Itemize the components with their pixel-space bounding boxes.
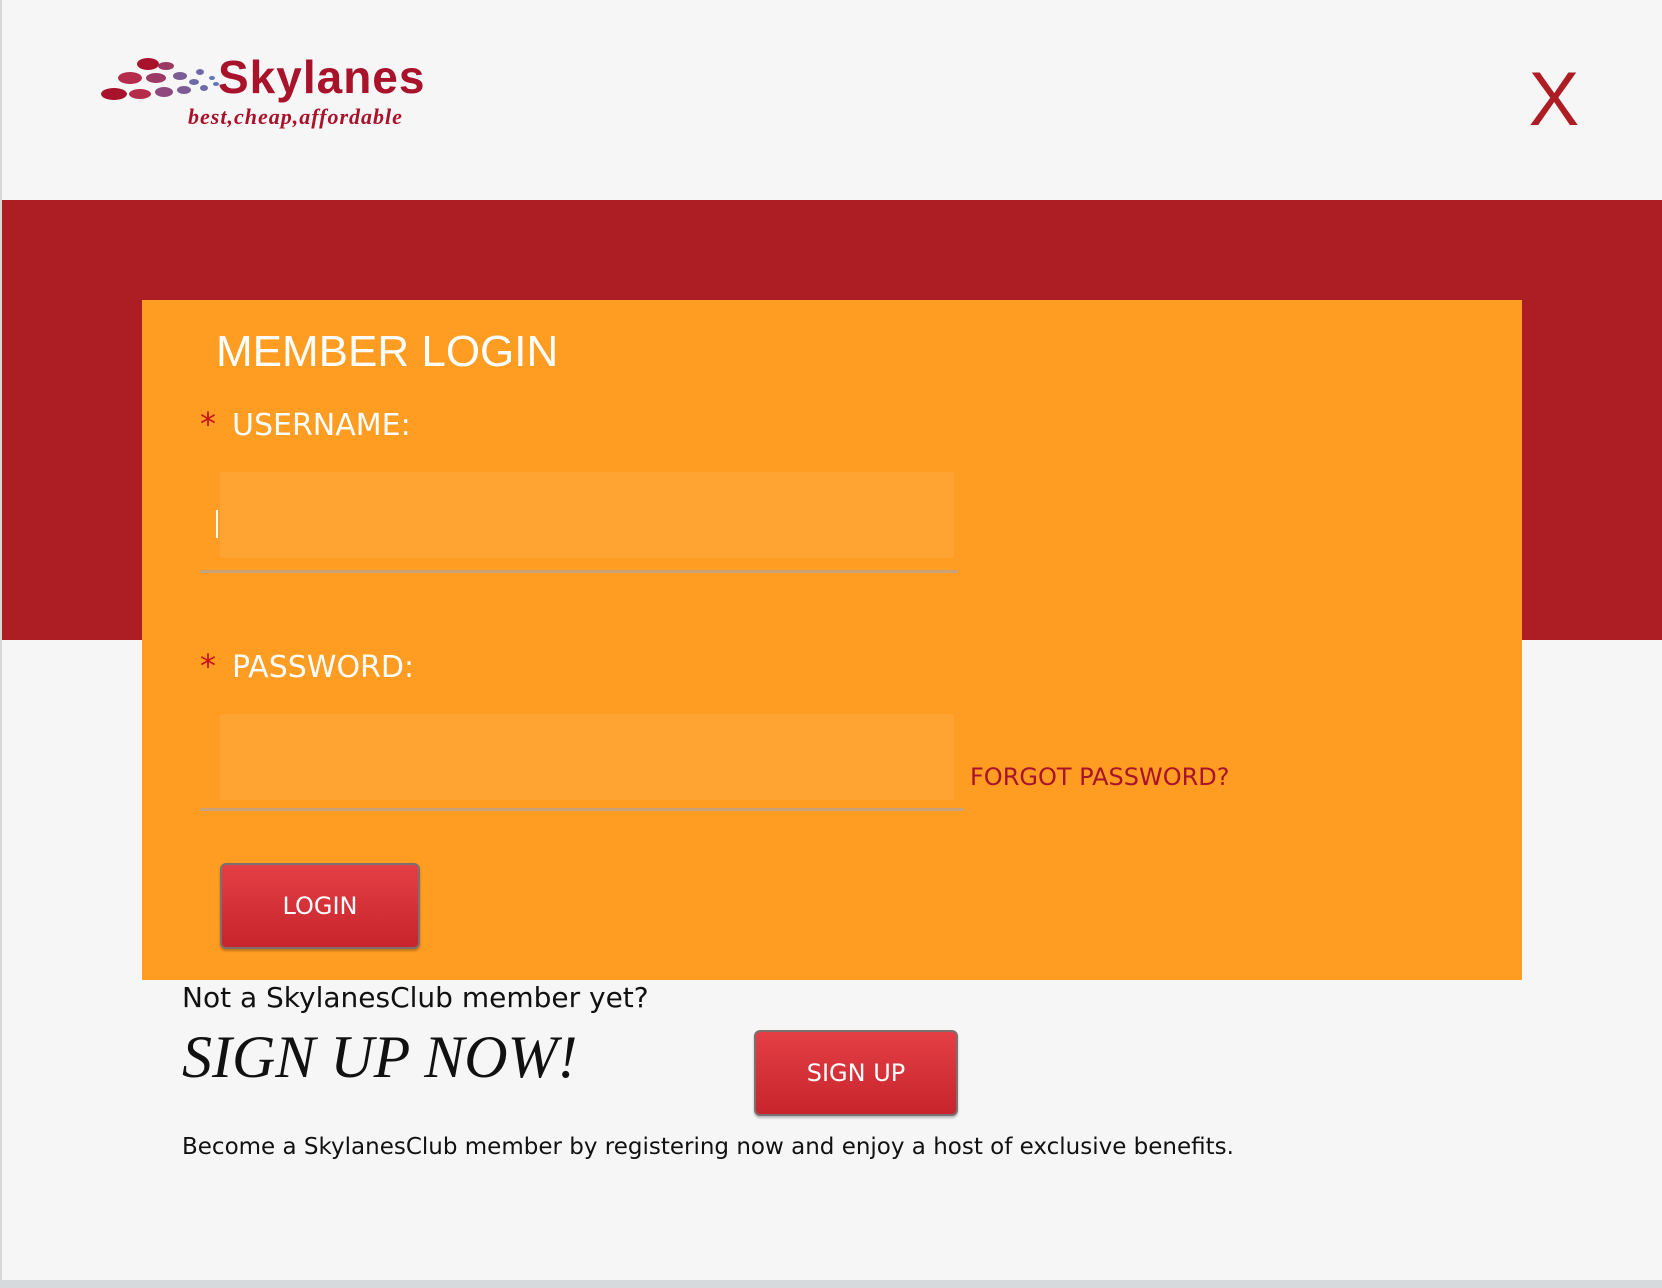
required-asterisk: * <box>200 405 216 443</box>
window-left-edge <box>0 0 2 1288</box>
username-label: USERNAME: <box>232 408 411 443</box>
login-panel: MEMBER LOGIN * USERNAME: * PASSWORD: FORGO… <box>142 300 1522 980</box>
password-underline <box>200 808 964 811</box>
username-underline <box>200 570 958 573</box>
logo-dots-icon <box>101 58 219 100</box>
password-input[interactable] <box>220 714 954 800</box>
signup-button[interactable]: SIGN UP <box>754 1030 958 1116</box>
password-label-row: * PASSWORD: <box>200 648 414 686</box>
username-input[interactable] <box>220 472 954 558</box>
logo-wordmark: Skylanes <box>218 51 426 103</box>
required-asterisk: * <box>200 647 216 685</box>
skylanes-logo: Skylanes best,cheap,affordable <box>100 48 500 138</box>
close-button[interactable]: X <box>1524 60 1584 140</box>
window-bottom-edge <box>0 1280 1662 1288</box>
login-button[interactable]: LOGIN <box>220 863 420 949</box>
forgot-password-link[interactable]: FORGOT PASSWORD? <box>970 762 1230 792</box>
signup-description: Become a SkylanesClub member by register… <box>182 1134 1234 1160</box>
login-title: MEMBER LOGIN <box>216 327 559 376</box>
signup-headline: SIGN UP NOW! <box>182 1024 578 1090</box>
signup-prompt: Not a SkylanesClub member yet? <box>182 981 649 1014</box>
password-label: PASSWORD: <box>232 650 415 685</box>
text-caret <box>216 510 218 538</box>
username-label-row: * USERNAME: <box>200 406 411 444</box>
logo-tagline: best,cheap,affordable <box>188 104 403 129</box>
